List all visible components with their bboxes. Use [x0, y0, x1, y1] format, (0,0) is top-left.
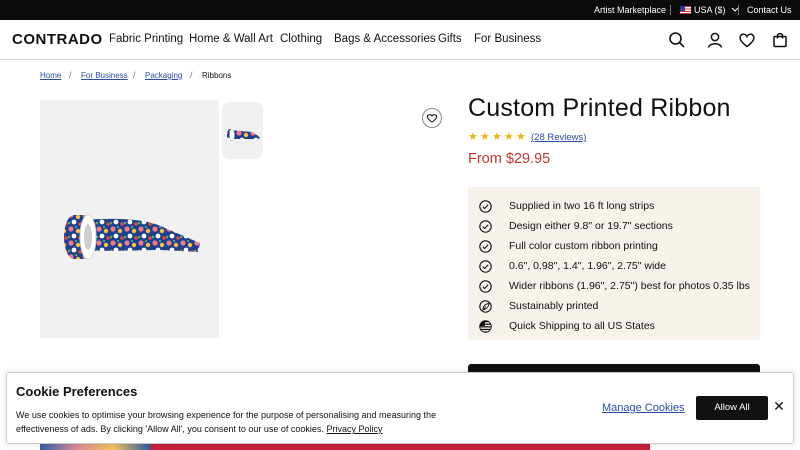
feature-item: 0.6", 0.98", 1.4", 1.96", 2.75" wide [479, 259, 759, 275]
nav-gifts[interactable]: Gifts [438, 33, 462, 45]
bag-icon[interactable] [771, 31, 789, 49]
breadcrumb-home[interactable]: Home [40, 71, 61, 80]
us-flag-icon [680, 6, 691, 14]
logo[interactable]: CONTRADO [12, 31, 103, 48]
region-selector[interactable]: USA ($) [680, 0, 739, 20]
check-circle-icon [479, 240, 492, 253]
cookie-description: We use cookies to optimise your browsing… [16, 408, 476, 436]
nav-bags-accessories[interactable]: Bags & Accessories [334, 33, 436, 45]
breadcrumb-packaging[interactable]: Packaging [145, 71, 182, 80]
feature-text: Supplied in two 16 ft long strips [509, 200, 655, 212]
search-icon[interactable] [668, 31, 686, 49]
breadcrumb-ribbons: Ribbons [202, 71, 232, 80]
cookie-title: Cookie Preferences [16, 384, 138, 399]
star-icon: ★ [504, 131, 514, 143]
check-circle-icon [479, 280, 492, 293]
heart-icon [426, 114, 438, 123]
add-to-wishlist-button[interactable] [422, 108, 442, 128]
manage-cookies-link[interactable]: Manage Cookies [602, 402, 685, 414]
nav-home-wall-art[interactable]: Home & Wall Art [189, 33, 273, 45]
nav-clothing[interactable]: Clothing [280, 33, 322, 45]
privacy-policy-link[interactable]: Privacy Policy [326, 424, 382, 434]
top-utility-bar: Artist Marketplace USA ($) Contact Us [0, 0, 800, 20]
breadcrumb-for-business[interactable]: For Business [81, 71, 128, 80]
star-icon: ★ [516, 131, 526, 143]
feature-item: Sustainably printed [479, 299, 759, 315]
feature-list: Supplied in two 16 ft long strips Design… [468, 187, 760, 340]
feature-item: Wider ribbons (1.96", 2.75") best for ph… [479, 279, 759, 295]
feature-text: Design either 9.8" or 19.7" sections [509, 220, 673, 232]
product-title: Custom Printed Ribbon [468, 94, 731, 122]
ribbon-thumbnail-image [227, 128, 260, 142]
leaf-icon [479, 300, 492, 313]
heart-icon[interactable] [738, 31, 756, 49]
site-header: CONTRADO Fabric Printing Home & Wall Art… [0, 20, 800, 60]
us-flag-icon [479, 320, 492, 333]
product-main-image[interactable] [40, 100, 219, 338]
feature-item: Quick Shipping to all US States [479, 319, 759, 335]
check-circle-icon [479, 260, 492, 273]
feature-text: Sustainably printed [509, 300, 599, 312]
star-icon: ★ [468, 131, 478, 143]
contact-us-link[interactable]: Contact Us [747, 0, 792, 20]
close-icon[interactable]: ✕ [773, 399, 785, 413]
feature-text: Full color custom ribbon printing [509, 240, 658, 252]
feature-item: Supplied in two 16 ft long strips [479, 199, 759, 215]
product-price: From $29.95 [468, 151, 551, 167]
divider [670, 5, 671, 15]
reviews-link[interactable]: (28 Reviews) [531, 132, 586, 143]
check-circle-icon [479, 220, 492, 233]
ribbon-product-image [64, 214, 200, 260]
nav-fabric-printing[interactable]: Fabric Printing [109, 33, 183, 45]
feature-item: Full color custom ribbon printing [479, 239, 759, 255]
star-icon: ★ [480, 131, 490, 143]
breadcrumb-separator: / [69, 70, 72, 80]
divider [738, 5, 739, 15]
artist-marketplace-link[interactable]: Artist Marketplace [594, 0, 666, 20]
cookie-banner: Cookie Preferences We use cookies to opt… [6, 372, 794, 444]
check-circle-icon [479, 200, 492, 213]
allow-all-button[interactable]: Allow All [696, 396, 768, 420]
account-icon[interactable] [706, 31, 724, 49]
region-label: USA ($) [694, 5, 726, 15]
feature-text: Quick Shipping to all US States [509, 320, 655, 332]
feature-text: 0.6", 0.98", 1.4", 1.96", 2.75" wide [509, 260, 666, 272]
feature-text: Wider ribbons (1.96", 2.75") best for ph… [509, 280, 750, 292]
nav-for-business[interactable]: For Business [474, 33, 541, 45]
star-icon: ★ [492, 131, 502, 143]
breadcrumb-separator: / [190, 70, 193, 80]
feature-item: Design either 9.8" or 19.7" sections [479, 219, 759, 235]
product-thumbnail[interactable] [222, 102, 263, 159]
breadcrumb-separator: / [133, 70, 136, 80]
